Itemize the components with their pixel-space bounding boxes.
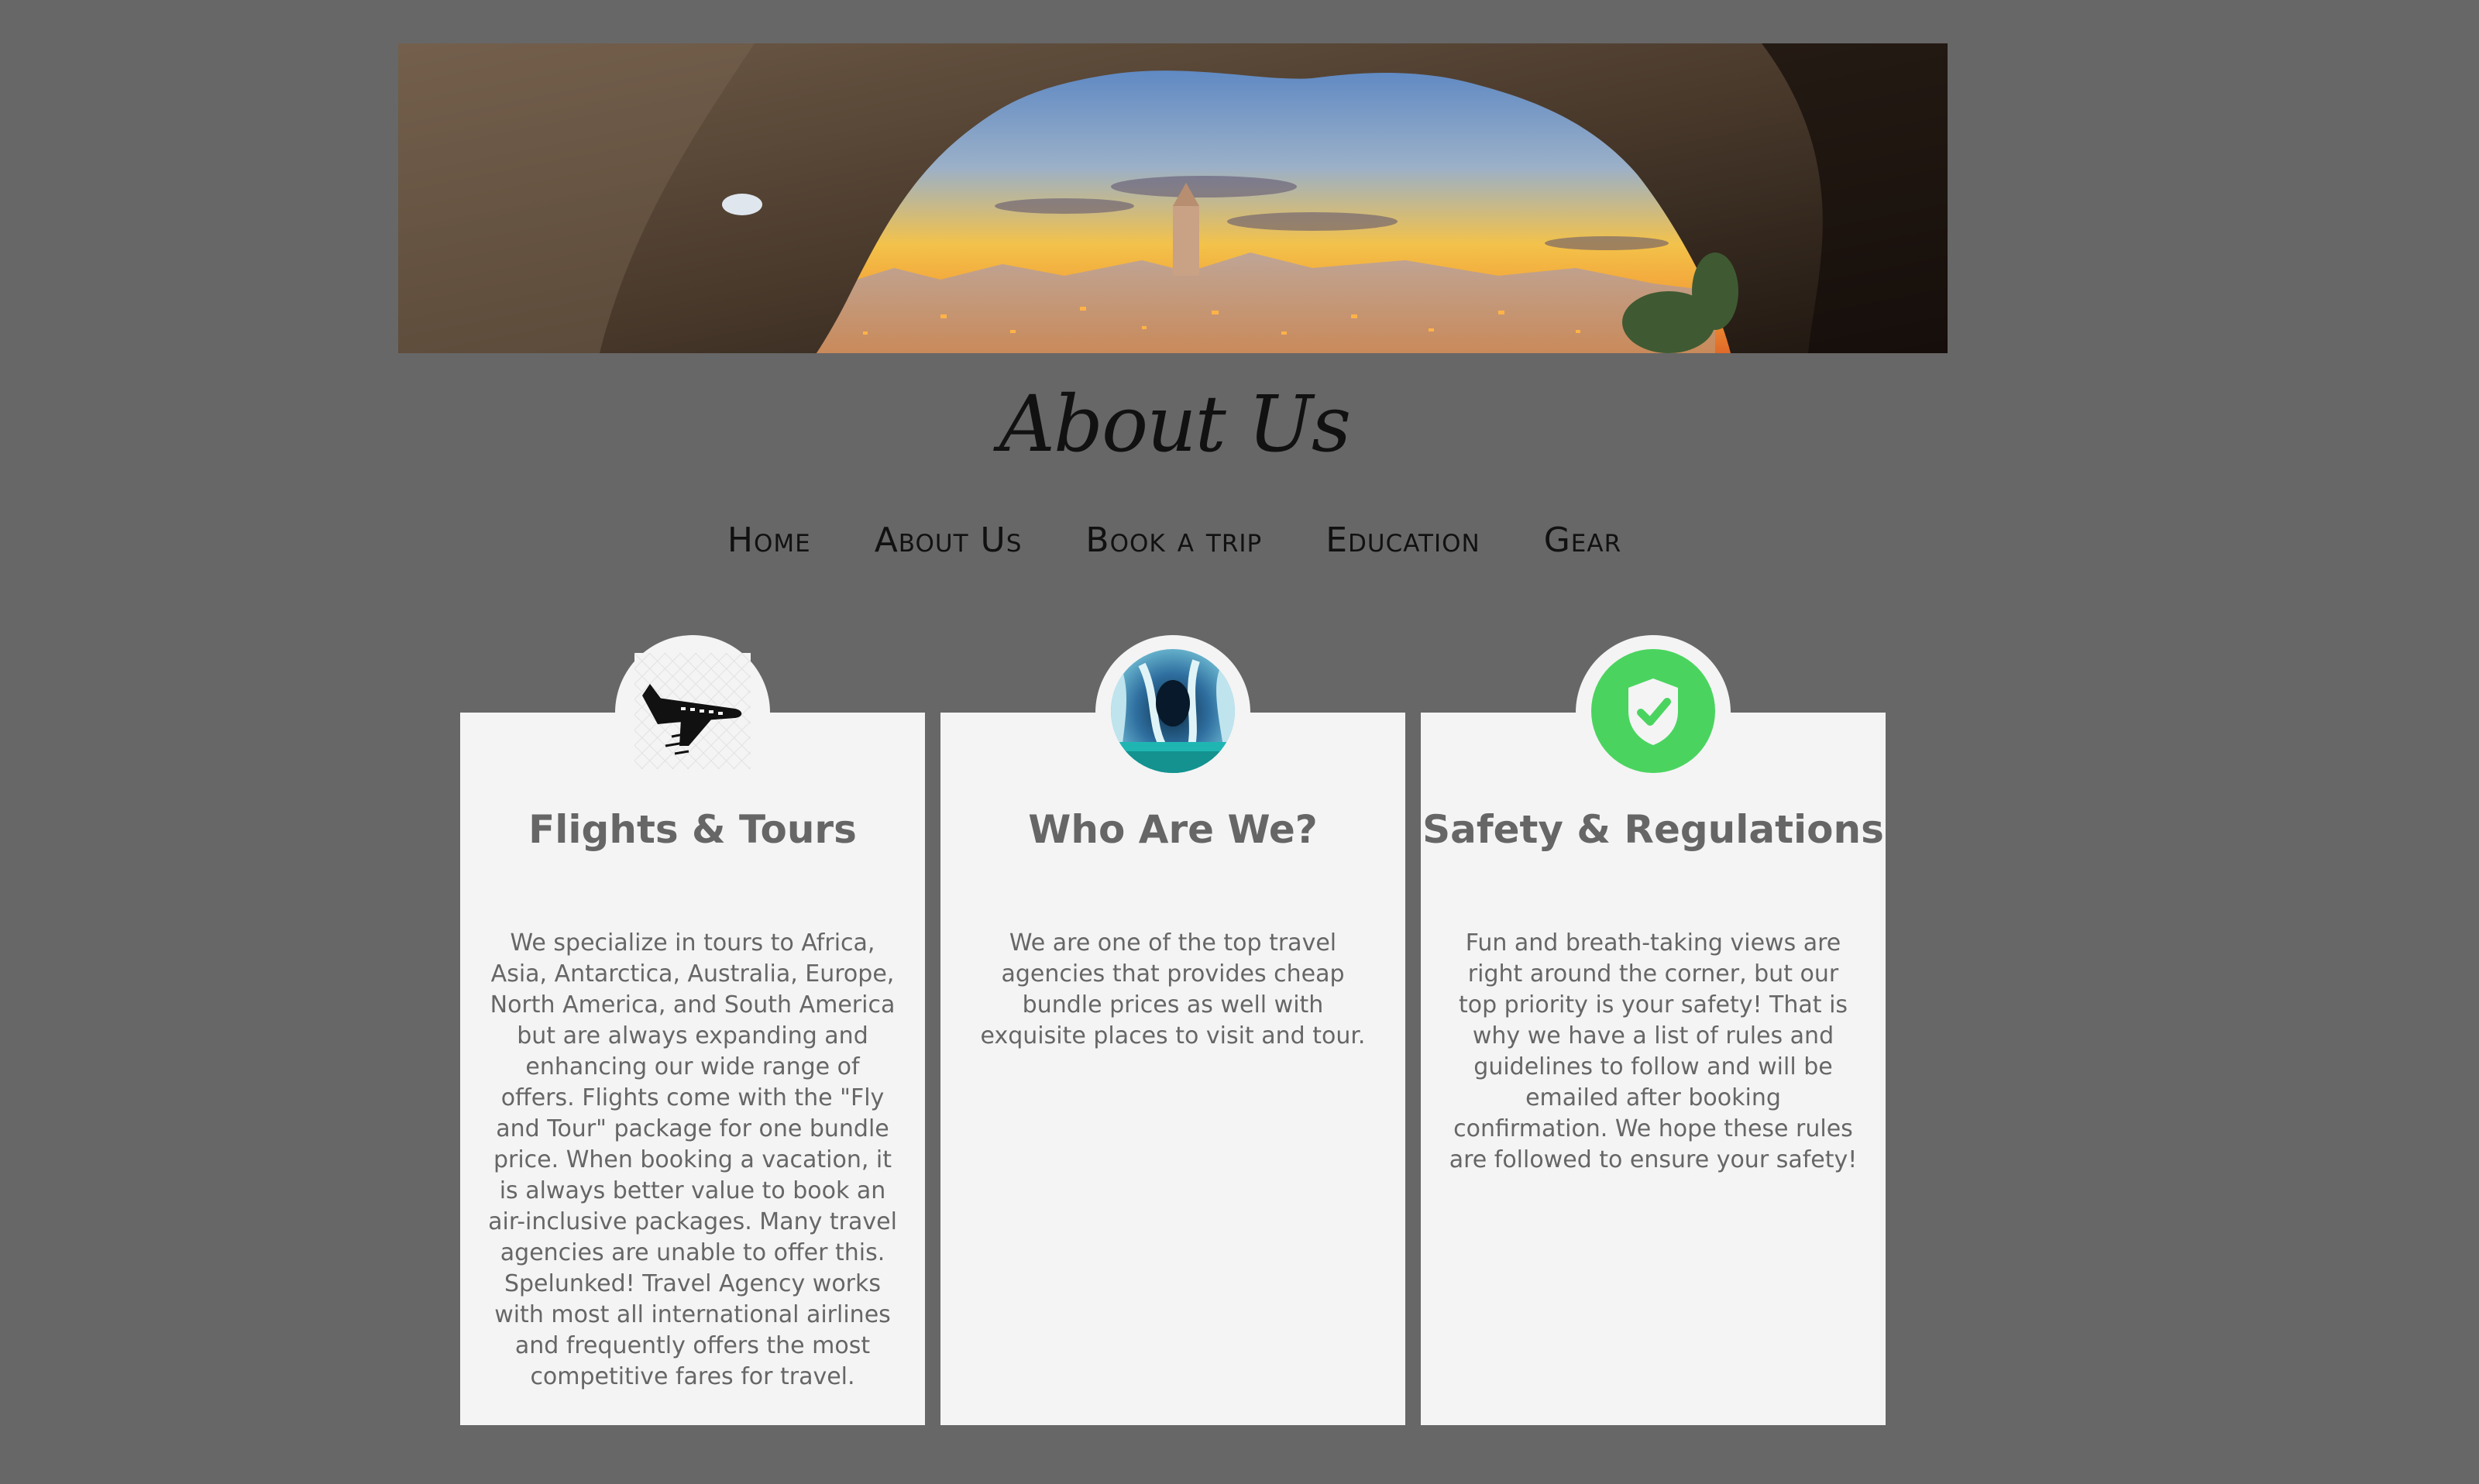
nav-gear[interactable]: Gear: [1544, 520, 1621, 560]
card-title: Safety & Regulations: [1422, 807, 1884, 852]
card-text: Fun and breath-taking views are right ar…: [1449, 929, 1858, 1173]
card-title: Who Are We?: [1028, 807, 1318, 852]
nav-about-us[interactable]: About Us: [875, 520, 1023, 560]
shield-check-icon: [1591, 649, 1715, 776]
page-title: About Us: [999, 379, 1351, 469]
main-nav: Home About Us Book a trip Education Gear: [0, 520, 2349, 560]
card-badge: [1576, 635, 1731, 790]
hero-banner-image: [398, 43, 1948, 353]
card-flights-tours: Flights & Tours We specialize in tours t…: [460, 635, 925, 1425]
card-safety-regulations: Safety & Regulations Fun and breath-taki…: [1421, 635, 1886, 1425]
card-badge: [615, 635, 770, 790]
card-who-are-we: Who Are We? We are one of the top travel…: [940, 635, 1405, 1425]
airplane-icon: [627, 645, 758, 780]
card-text: We specialize in tours to Africa, Asia, …: [488, 929, 897, 1390]
nav-education[interactable]: Education: [1325, 520, 1480, 560]
card-badge: [1095, 635, 1250, 790]
nav-home[interactable]: Home: [727, 520, 811, 560]
nav-book-a-trip[interactable]: Book a trip: [1085, 520, 1262, 560]
card-text: We are one of the top travel agencies th…: [980, 929, 1366, 1049]
card-title: Flights & Tours: [528, 807, 857, 852]
marble-cave-image: [1111, 649, 1235, 776]
